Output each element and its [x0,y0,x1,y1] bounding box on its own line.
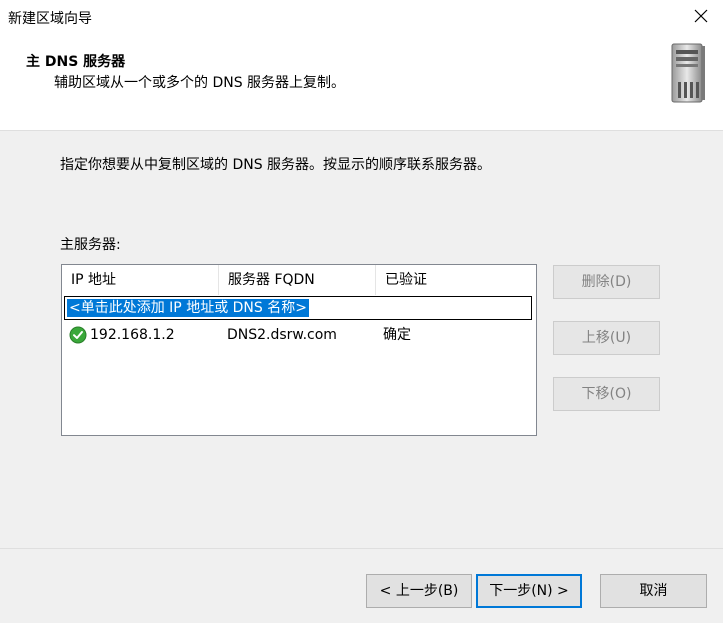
page-title: 主 DNS 服务器 [26,54,126,70]
list-header: IP 地址 服务器 FQDN 已验证 [62,265,536,295]
delete-button[interactable]: 删除(D) [553,265,660,299]
move-up-button[interactable]: 上移(U) [553,321,660,355]
table-row[interactable]: 192.168.1.2 DNS2.dsrw.com 确定 [62,322,536,348]
move-down-button[interactable]: 下移(O) [553,377,660,411]
wizard-header: 主 DNS 服务器 辅助区域从一个或多个的 DNS 服务器上复制。 [0,32,723,131]
master-servers-list[interactable]: IP 地址 服务器 FQDN 已验证 <单击此处添加 IP 地址或 DNS 名称… [61,264,537,436]
row-verified: 确定 [383,327,411,343]
next-button[interactable]: 下一步(N) > [476,574,582,608]
wizard-window: 新建区域向导 主 DNS 服务器 辅助区域从一个或多个的 DNS 服务器上复制。 [0,0,723,623]
page-subtitle: 辅助区域从一个或多个的 DNS 服务器上复制。 [54,75,346,91]
back-button[interactable]: < 上一步(B) [366,574,472,608]
master-servers-label: 主服务器: [60,237,121,253]
add-server-row[interactable]: <单击此处添加 IP 地址或 DNS 名称> [64,296,532,320]
add-server-prompt[interactable]: <单击此处添加 IP 地址或 DNS 名称> [67,299,309,317]
instruction-text: 指定你想要从中复制区域的 DNS 服务器。按显示的顺序联系服务器。 [60,157,492,173]
footer-divider [0,548,723,549]
row-server-fqdn: DNS2.dsrw.com [227,327,337,343]
server-icon [668,42,708,110]
title-bar: 新建区域向导 [0,0,723,32]
window-title: 新建区域向导 [8,11,92,27]
check-circle-icon [69,326,87,353]
column-ip-address[interactable]: IP 地址 [62,265,219,295]
row-ip-address: 192.168.1.2 [90,327,175,343]
column-verified[interactable]: 已验证 [376,265,536,295]
cancel-button[interactable]: 取消 [600,574,707,608]
column-server-fqdn[interactable]: 服务器 FQDN [219,265,376,295]
close-icon[interactable] [689,4,713,28]
